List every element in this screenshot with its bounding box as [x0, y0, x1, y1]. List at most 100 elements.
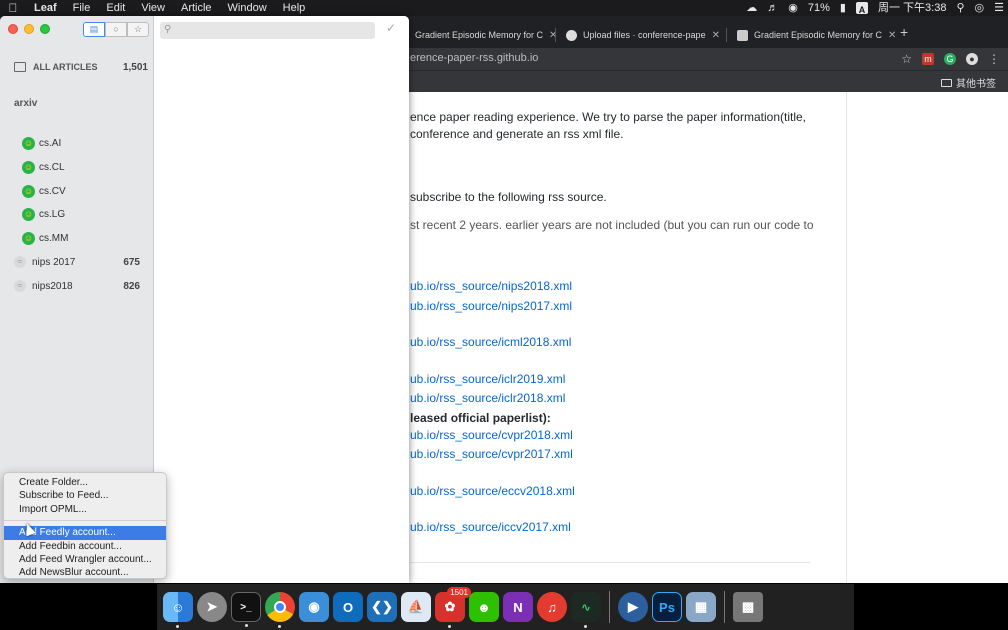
battery-percent[interactable]: 71%	[808, 0, 830, 16]
menu-help[interactable]: Help	[275, 0, 314, 16]
vscode-icon[interactable]: ❮❯	[367, 592, 397, 622]
menu-leaf[interactable]: Leaf	[26, 0, 65, 16]
all-articles-label: ALL ARTICLES	[33, 62, 98, 72]
menubar-status-area: ☁ ♬ ◉ 71% ▮ A 周一 下午3:38 ⚲ ◎ ☰	[746, 0, 1004, 16]
close-icon[interactable]: ✕	[888, 30, 895, 41]
close-window-icon[interactable]	[8, 24, 18, 34]
outlook-icon[interactable]: O	[333, 592, 363, 622]
photoshop-icon[interactable]: Ps	[652, 592, 682, 622]
menu-item-add-feedbin[interactable]: Add Feedbin account...	[4, 540, 166, 553]
address-bar[interactable]: erence-paper-rss.github.io	[410, 52, 538, 64]
rss-icon: ≈	[14, 256, 26, 268]
bookmarks-folder[interactable]: 其他书签	[941, 75, 996, 90]
android-face-icon: ☺	[22, 136, 35, 150]
page-text: ence paper reading experience. We try to…	[410, 110, 806, 124]
rss-link[interactable]: ub.io/rss_source/iccv2017.xml	[410, 520, 571, 534]
rss-link[interactable]: ub.io/rss_source/cvpr2017.xml	[410, 447, 573, 461]
onenote-icon[interactable]: N	[503, 592, 533, 622]
extension-icon[interactable]: m	[922, 53, 934, 65]
menu-item-create-folder[interactable]: Create Folder...	[4, 476, 166, 489]
mark-all-read-icon[interactable]: ✓	[386, 21, 396, 35]
starred-filter-icon[interactable]: ☆	[127, 22, 149, 37]
menu-separator	[4, 520, 166, 522]
chrome-tab[interactable]: Gradient Episodic Memory for C ✕	[727, 22, 895, 48]
feed-item[interactable]: ☺ cs.LG	[22, 206, 148, 222]
rss-link[interactable]: ub.io/rss_source/cvpr2018.xml	[410, 428, 573, 442]
quicktime-icon[interactable]: ▶	[618, 592, 648, 622]
rss-link[interactable]: ub.io/rss_source/nips2018.xml	[410, 279, 572, 293]
feed-item[interactable]: ☺ cs.AI	[22, 135, 148, 151]
activity-monitor-icon[interactable]: ∿	[571, 592, 601, 628]
feed-item[interactable]: ☺ cs.CL	[22, 159, 148, 175]
finder-icon[interactable]: ☺	[163, 592, 193, 628]
sailboat-app-icon[interactable]: ⛵	[401, 592, 431, 622]
feed-item[interactable]: ≈ nips2018 826	[14, 278, 140, 294]
menu-window[interactable]: Window	[220, 0, 275, 16]
menu-item-add-feed-wrangler[interactable]: Add Feed Wrangler account...	[4, 553, 166, 566]
cloud-icon[interactable]: ☁	[746, 0, 757, 16]
feed-name: cs.CV	[39, 185, 66, 197]
rss-link[interactable]: ub.io/rss_source/iclr2019.xml	[410, 372, 565, 386]
github-icon	[566, 29, 577, 41]
menu-edit[interactable]: Edit	[98, 0, 133, 16]
trash-icon[interactable]: ▩	[733, 592, 763, 622]
page-text: conference and generate an rss xml file.	[410, 127, 624, 141]
browser-app-icon[interactable]: ◉	[299, 592, 329, 622]
rss-link[interactable]: ub.io/rss_source/eccv2018.xml	[410, 484, 575, 498]
rss-link[interactable]: ub.io/rss_source/icml2018.xml	[410, 335, 571, 349]
menu-item-add-newsblur[interactable]: Add NewsBlur account...	[4, 566, 166, 579]
macos-menubar:  Leaf File Edit View Article Window Hel…	[0, 0, 1008, 16]
chrome-tab[interactable]: Upload files · conference-pape ✕	[556, 22, 726, 48]
battery-icon[interactable]: ▮	[840, 0, 846, 16]
profile-avatar-icon[interactable]: ●	[966, 53, 978, 65]
terminal-icon[interactable]: >_	[231, 592, 261, 627]
section-title[interactable]: arxiv	[14, 98, 37, 109]
minimize-window-icon[interactable]	[24, 24, 34, 34]
bookmark-star-icon[interactable]: ☆	[901, 52, 912, 66]
search-input[interactable]: ⚲	[160, 22, 375, 39]
feed-item[interactable]: ☺ cs.CV	[22, 183, 148, 199]
chrome-tab[interactable]: Gradient Episodic Memory for C ✕	[405, 22, 555, 48]
chrome-icon[interactable]	[265, 592, 295, 628]
close-icon[interactable]: ✕	[712, 30, 720, 41]
page-text: st recent 2 years. earlier years are not…	[410, 218, 814, 232]
menu-item-import-opml[interactable]: Import OPML...	[4, 503, 166, 516]
menu-item-subscribe-feed[interactable]: Subscribe to Feed...	[4, 489, 166, 502]
filter-segmented-control: ▤ ○ ☆	[83, 22, 149, 37]
page-right-pane	[846, 92, 1008, 583]
feed-item[interactable]: ☺ cs.MM	[22, 230, 148, 246]
running-indicator	[448, 625, 451, 628]
volume-icon[interactable]: ♬	[767, 0, 778, 16]
unread-filter-icon[interactable]: ○	[105, 22, 127, 37]
rss-link[interactable]: ub.io/rss_source/nips2017.xml	[410, 299, 572, 313]
new-tab-icon[interactable]: +	[900, 24, 908, 40]
wifi-icon[interactable]: ◉	[788, 0, 798, 16]
launchpad-icon[interactable]: ➤	[197, 592, 227, 622]
menu-file[interactable]: File	[65, 0, 99, 16]
menu-view[interactable]: View	[133, 0, 173, 16]
unread-badge: 1501	[447, 587, 471, 598]
zoom-window-icon[interactable]	[40, 24, 50, 34]
notification-center-icon[interactable]: ☰	[994, 0, 1004, 16]
apple-menu-icon[interactable]: 	[0, 1, 26, 15]
siri-icon[interactable]: ◎	[975, 0, 985, 16]
netease-music-icon[interactable]: ♫	[537, 592, 567, 622]
inbox-filter-icon[interactable]: ▤	[83, 22, 105, 37]
spotlight-search-icon[interactable]: ⚲	[956, 0, 964, 16]
menu-article[interactable]: Article	[173, 0, 220, 16]
running-indicator	[176, 625, 179, 628]
all-articles-count: 1,501	[122, 61, 148, 73]
menubar-clock[interactable]: 周一 下午3:38	[878, 0, 946, 16]
input-source-icon[interactable]: A	[855, 2, 868, 15]
preview-icon[interactable]: ▦	[686, 592, 716, 622]
tab-title: Gradient Episodic Memory for C	[415, 30, 544, 40]
leaf-app-icon[interactable]: ✿ 1501	[435, 587, 471, 628]
all-articles-item[interactable]: ALL ARTICLES 1,501	[14, 58, 148, 76]
grammarly-icon[interactable]: G	[944, 53, 956, 65]
chrome-menu-icon[interactable]: ⋮	[988, 52, 1000, 66]
rss-link[interactable]: ub.io/rss_source/iclr2018.xml	[410, 391, 565, 405]
feed-item[interactable]: ≈ nips 2017 675	[14, 254, 140, 270]
search-icon: ⚲	[164, 24, 172, 35]
wechat-icon[interactable]: ☻	[469, 592, 499, 622]
android-face-icon: ☺	[22, 231, 35, 245]
